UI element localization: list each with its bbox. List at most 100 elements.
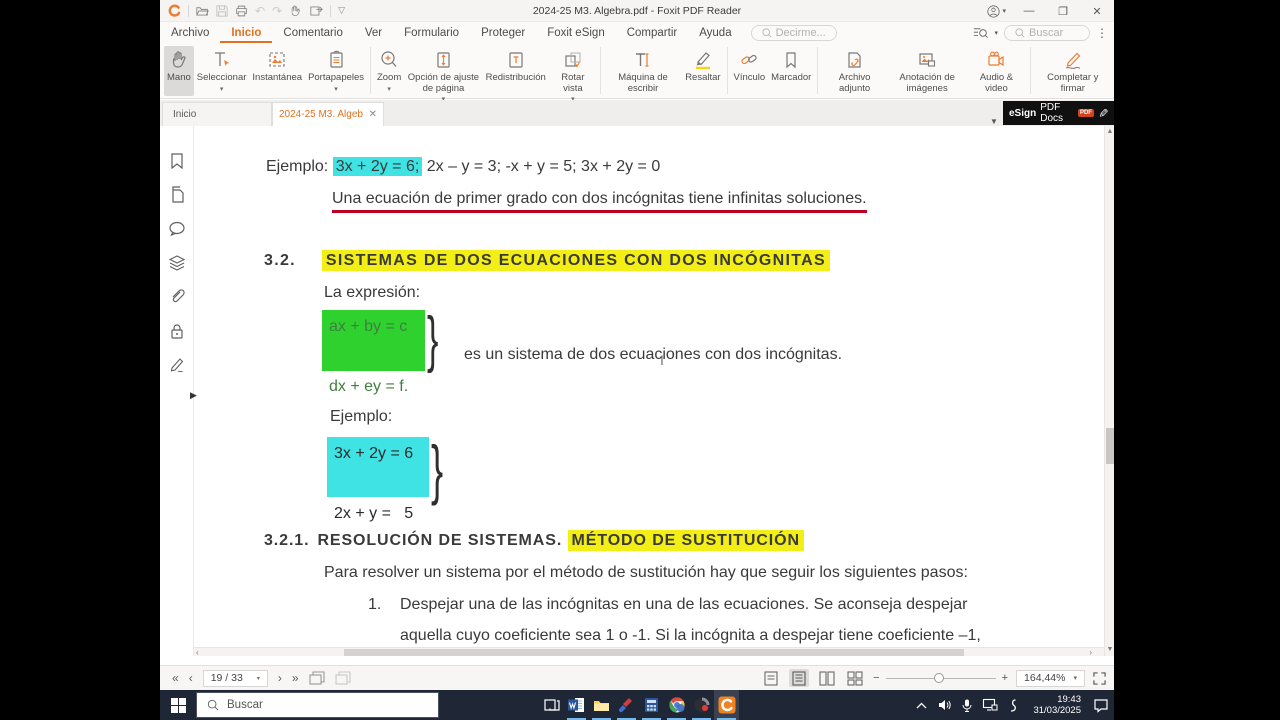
facing-continuous-view-button[interactable] bbox=[845, 669, 865, 687]
find-options-icon[interactable] bbox=[973, 27, 989, 39]
hand-tool-icon[interactable] bbox=[289, 5, 303, 17]
restore-button[interactable]: ❐ bbox=[1046, 0, 1080, 22]
select-text-button[interactable]: Seleccionar ▾ bbox=[194, 46, 250, 96]
close-button[interactable]: ✕ bbox=[1080, 0, 1114, 22]
tab-algebra-pdf[interactable]: 2024-25 M3. Algebra.... ✕ bbox=[272, 102, 384, 126]
typewriter-icon bbox=[636, 53, 649, 67]
first-page-button[interactable]: « bbox=[172, 671, 179, 685]
minimize-button[interactable]: — bbox=[1012, 0, 1046, 22]
fill-sign-button[interactable]: Completar y firmar bbox=[1034, 46, 1112, 96]
horizontal-scroll-thumb[interactable] bbox=[344, 649, 964, 656]
zoom-slider-knob[interactable] bbox=[933, 672, 944, 683]
vertical-scroll-thumb[interactable] bbox=[1106, 428, 1114, 464]
clipboard-icon bbox=[330, 50, 343, 68]
page-number-box[interactable]: 19 / 33 ▾ bbox=[202, 669, 268, 687]
account-icon[interactable]: ▾ bbox=[987, 4, 1006, 18]
layers-panel-icon[interactable] bbox=[168, 254, 186, 272]
single-page-view-button[interactable] bbox=[761, 669, 781, 687]
menu-compartir[interactable]: Compartir bbox=[616, 22, 688, 43]
zoom-in-button[interactable]: + bbox=[1002, 672, 1008, 684]
zoom-button[interactable]: Zoom ▾ bbox=[374, 46, 404, 96]
save-icon[interactable] bbox=[216, 4, 228, 17]
menu-formulario[interactable]: Formulario bbox=[393, 22, 470, 43]
facing-view-button[interactable] bbox=[817, 669, 837, 687]
menu-proteger[interactable]: Proteger bbox=[470, 22, 536, 43]
open-file-icon[interactable] bbox=[196, 5, 209, 17]
zoom-out-button[interactable]: − bbox=[873, 672, 879, 684]
network-display-icon[interactable] bbox=[983, 698, 998, 712]
start-button[interactable] bbox=[160, 690, 196, 720]
more-options-icon[interactable]: ⋮ bbox=[1096, 26, 1108, 40]
security-panel-icon[interactable] bbox=[168, 322, 186, 340]
taskbar-tool-app[interactable] bbox=[614, 690, 639, 720]
bookmark-button[interactable]: Marcador bbox=[768, 46, 814, 96]
tray-app-icon[interactable] bbox=[1006, 698, 1020, 712]
page-caret-icon[interactable]: ▾ bbox=[257, 675, 260, 682]
clipboard-button[interactable]: Portapapeles ▾ bbox=[305, 46, 367, 96]
vertical-scrollbar[interactable]: ▲ ▼ bbox=[1104, 126, 1114, 656]
comments-panel-icon[interactable] bbox=[168, 220, 186, 238]
volume-icon[interactable] bbox=[937, 698, 951, 712]
action-center-icon[interactable] bbox=[1094, 698, 1108, 713]
taskbar-search-box[interactable]: Buscar bbox=[196, 692, 439, 718]
fullscreen-icon[interactable] bbox=[1093, 671, 1106, 685]
taskbar-chrome[interactable] bbox=[664, 690, 689, 720]
highlight-button[interactable]: Resaltar bbox=[682, 46, 723, 96]
scroll-up-icon[interactable]: ▲ bbox=[1105, 126, 1114, 138]
attachments-panel-icon[interactable] bbox=[168, 288, 186, 306]
scroll-down-icon[interactable]: ▼ bbox=[1105, 644, 1114, 656]
panel-expand-icon[interactable]: ▶ bbox=[190, 390, 197, 401]
tab-start-page[interactable]: Inicio bbox=[162, 102, 272, 126]
taskbar-word[interactable] bbox=[564, 690, 589, 720]
microphone-icon[interactable] bbox=[960, 698, 974, 712]
esign-banner[interactable]: eSign PDF Docs PDF ✎ bbox=[1003, 101, 1114, 125]
undo-icon[interactable]: ↶ bbox=[255, 4, 265, 18]
audio-video-button[interactable]: Audio & video bbox=[966, 46, 1026, 96]
taskbar-foxit[interactable] bbox=[714, 690, 739, 720]
export-icon[interactable] bbox=[310, 5, 323, 17]
zoom-caret-icon[interactable]: ▾ bbox=[1073, 674, 1077, 682]
horizontal-scrollbar[interactable]: ‹ › bbox=[194, 647, 1104, 656]
rotate-view-button[interactable]: Rotar vista ▾ bbox=[549, 46, 597, 103]
scroll-left-icon[interactable]: ‹ bbox=[196, 648, 199, 656]
task-view-button[interactable] bbox=[539, 690, 564, 720]
menu-inicio[interactable]: Inicio bbox=[220, 22, 272, 43]
last-page-button[interactable]: » bbox=[292, 671, 299, 685]
menu-comentario[interactable]: Comentario bbox=[272, 22, 353, 43]
scroll-right-icon[interactable]: › bbox=[1089, 648, 1092, 656]
next-view-icon[interactable] bbox=[334, 671, 351, 685]
taskbar-file-explorer[interactable] bbox=[589, 690, 614, 720]
menu-ver[interactable]: Ver bbox=[354, 22, 393, 43]
attach-file-button[interactable]: Archivo adjunto bbox=[821, 46, 888, 96]
continuous-view-button[interactable] bbox=[789, 669, 810, 687]
tray-expand-icon[interactable] bbox=[914, 698, 928, 712]
menu-archivo[interactable]: Archivo bbox=[160, 22, 220, 43]
tellme-box[interactable]: Decirme... bbox=[750, 24, 837, 41]
redo-icon[interactable]: ↷ bbox=[272, 4, 282, 18]
hand-tool-button[interactable]: Mano bbox=[164, 46, 194, 96]
prev-page-button[interactable]: ‹ bbox=[189, 671, 193, 685]
zoom-level-box[interactable]: 164,44% ▾ bbox=[1016, 669, 1085, 687]
customize-qat-icon[interactable]: ▽ bbox=[338, 5, 345, 16]
taskbar-recorder-app[interactable] bbox=[689, 690, 714, 720]
tab-close-icon[interactable]: ✕ bbox=[369, 109, 377, 120]
menu-foxit-esign[interactable]: Foxit eSign bbox=[536, 22, 616, 43]
search-box[interactable]: Buscar bbox=[1004, 24, 1090, 41]
signature-panel-icon[interactable] bbox=[168, 356, 186, 374]
menu-ayuda[interactable]: Ayuda bbox=[688, 22, 742, 43]
taskbar-calculator[interactable] bbox=[639, 690, 664, 720]
print-icon[interactable] bbox=[235, 5, 248, 17]
snapshot-button[interactable]: Instantánea bbox=[249, 46, 305, 96]
image-annotation-button[interactable]: Anotación de imágenes bbox=[888, 46, 966, 96]
zoom-slider-track[interactable] bbox=[885, 672, 996, 683]
bookmark-panel-icon[interactable] bbox=[168, 152, 186, 170]
next-page-button[interactable]: › bbox=[278, 671, 282, 685]
taskbar-clock[interactable]: 19:43 31/03/2025 bbox=[1029, 694, 1085, 716]
link-button[interactable]: Vínculo bbox=[730, 46, 768, 96]
reflow-button[interactable]: Redistribución bbox=[483, 46, 549, 96]
fit-page-button[interactable]: Opción de ajuste de página ▾ bbox=[404, 46, 482, 103]
find-caret-icon[interactable]: ▾ bbox=[994, 29, 998, 37]
typewriter-button[interactable]: Máquina de escribir bbox=[604, 46, 682, 96]
previous-view-icon[interactable] bbox=[308, 671, 325, 685]
pages-panel-icon[interactable] bbox=[168, 186, 186, 204]
